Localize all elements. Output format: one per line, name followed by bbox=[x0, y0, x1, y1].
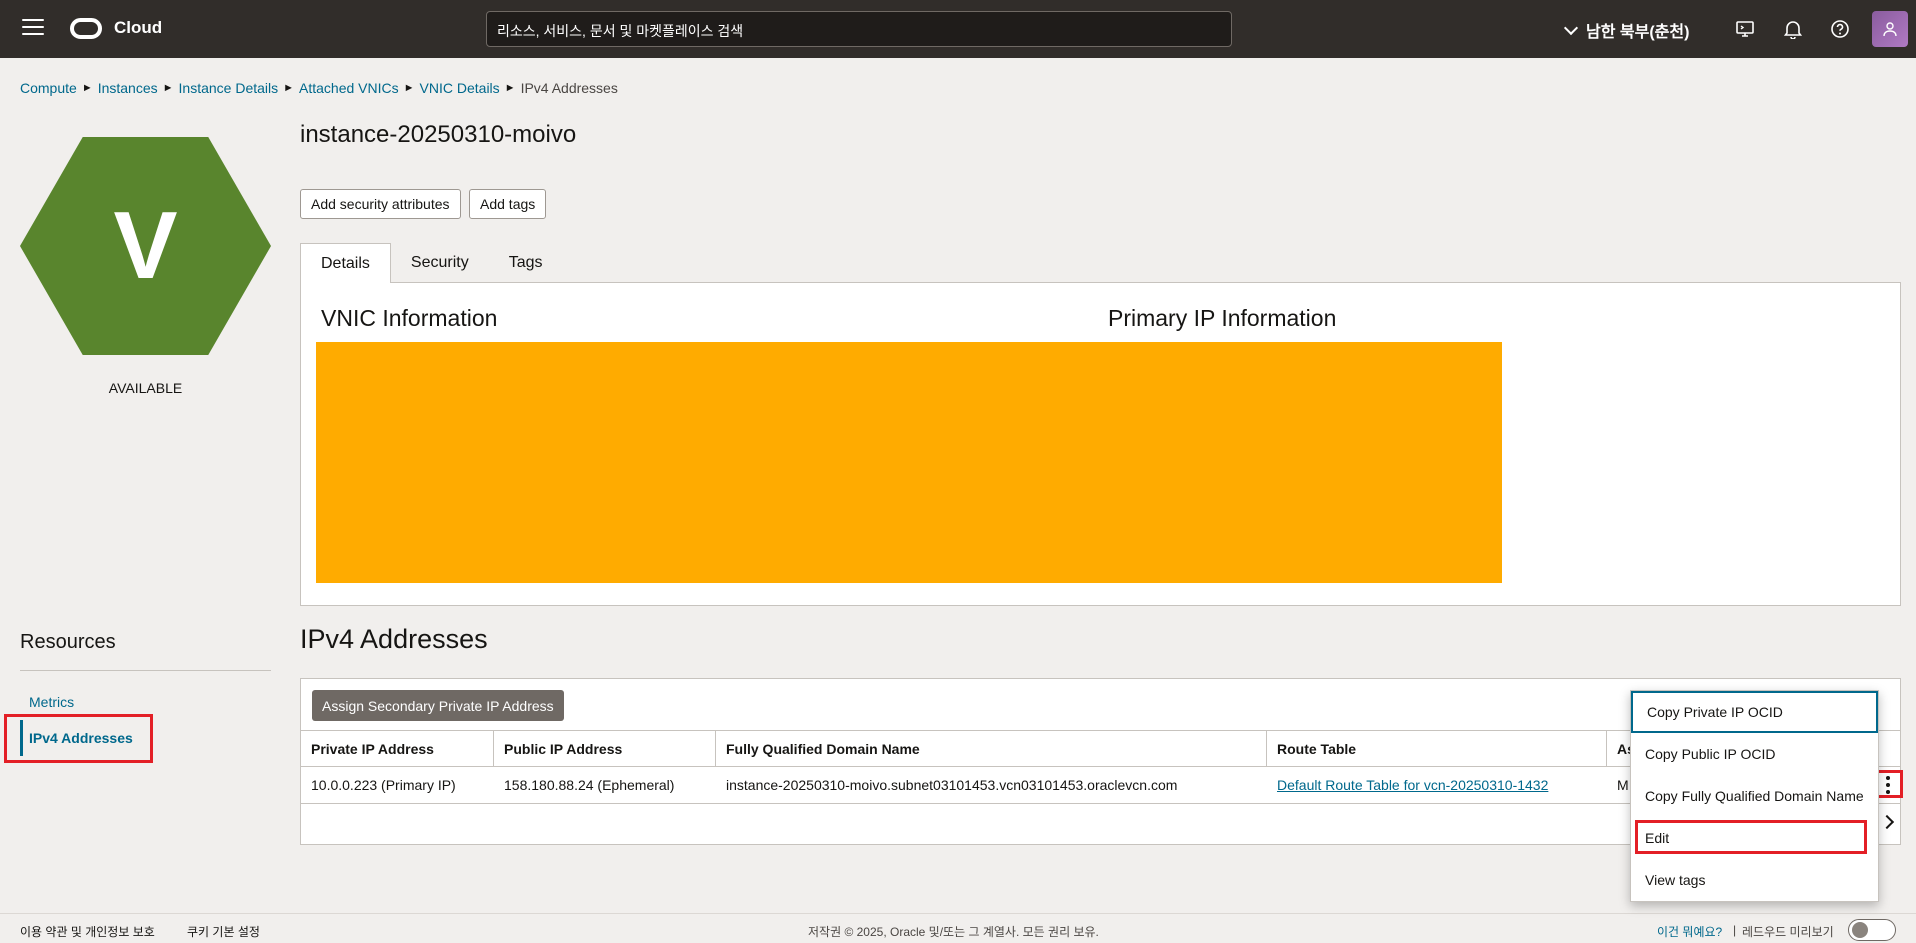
breadcrumb-separator: ► bbox=[403, 82, 415, 94]
column-header-fqdn[interactable]: Fully Qualified Domain Name bbox=[716, 731, 1267, 766]
breadcrumb-current: IPv4 Addresses bbox=[520, 80, 618, 96]
resources-heading: Resources bbox=[20, 631, 116, 653]
breadcrumb-separator: ► bbox=[504, 82, 516, 94]
ipv4-section-title: IPv4 Addresses bbox=[300, 624, 488, 654]
breadcrumb-separator: ► bbox=[283, 82, 295, 94]
terms-link[interactable]: 이용 약관 및 개인정보 보호 bbox=[20, 925, 155, 939]
assign-secondary-private-ip-button[interactable]: Assign Secondary Private IP Address bbox=[312, 690, 564, 721]
brand-name[interactable]: Cloud bbox=[114, 18, 162, 38]
tab-tags[interactable]: Tags bbox=[489, 243, 563, 283]
add-tags-button[interactable]: Add tags bbox=[469, 189, 547, 219]
breadcrumb-instance-details[interactable]: Instance Details bbox=[179, 80, 279, 96]
footer-separator: | bbox=[1733, 923, 1737, 937]
cell-private-ip: 10.0.0.223 (Primary IP) bbox=[311, 777, 456, 793]
breadcrumb-compute[interactable]: Compute bbox=[20, 80, 77, 96]
column-header-private-ip[interactable]: Private IP Address bbox=[301, 731, 494, 766]
highlight-box-ipv4-addresses bbox=[4, 714, 153, 763]
region-selector[interactable]: 남한 북부(춘천) bbox=[1563, 18, 1690, 42]
cell-public-ip: 158.180.88.24 (Ephemeral) bbox=[504, 777, 675, 793]
help-icon[interactable] bbox=[1829, 18, 1851, 40]
notification-bell-icon[interactable] bbox=[1782, 18, 1804, 40]
column-header-public-ip[interactable]: Public IP Address bbox=[494, 731, 716, 766]
toggle-knob bbox=[1852, 922, 1868, 938]
cell-fqdn: instance-20250310-moivo.subnet03101453.v… bbox=[726, 777, 1178, 793]
column-header-route-table[interactable]: Route Table bbox=[1267, 731, 1607, 766]
search-input[interactable]: 리소스, 서비스, 문서 및 마켓플레이스 검색 bbox=[486, 11, 1232, 47]
page-title: instance-20250310-moivo bbox=[300, 121, 577, 148]
breadcrumb-instances[interactable]: Instances bbox=[98, 80, 158, 96]
user-avatar[interactable] bbox=[1872, 11, 1908, 47]
oracle-logo-icon[interactable] bbox=[70, 18, 102, 39]
highlight-box-edit bbox=[1635, 820, 1867, 854]
breadcrumb-separator: ► bbox=[81, 82, 93, 94]
cell-route-table: Default Route Table for vcn-20250310-143… bbox=[1267, 767, 1607, 803]
row-actions-menu: Copy Private IP OCID Copy Public IP OCID… bbox=[1630, 690, 1879, 902]
whats-this-link[interactable]: 이건 뭐예요? bbox=[1657, 925, 1722, 939]
breadcrumb-attached-vnics[interactable]: Attached VNICs bbox=[299, 80, 399, 96]
primary-ip-information-heading: Primary IP Information bbox=[1108, 305, 1337, 331]
user-icon bbox=[1883, 22, 1897, 37]
menu-icon[interactable] bbox=[22, 19, 44, 37]
tab-bar: Details Security Tags bbox=[300, 243, 563, 283]
cloud-shell-icon[interactable] bbox=[1734, 18, 1756, 40]
menu-item-view-tags[interactable]: View tags bbox=[1631, 859, 1878, 901]
details-panel: VNIC Information Primary IP Information bbox=[300, 282, 1901, 606]
region-label: 남한 북부(춘천) bbox=[1586, 24, 1690, 41]
copyright-text: 저작권 © 2025, Oracle 및/또는 그 계열사. 모든 권리 보유. bbox=[808, 925, 1099, 939]
redwood-preview-toggle[interactable] bbox=[1848, 919, 1896, 941]
tab-details[interactable]: Details bbox=[300, 243, 391, 283]
sidebar-item-metrics[interactable]: Metrics bbox=[29, 694, 74, 710]
menu-item-copy-fqdn[interactable]: Copy Fully Qualified Domain Name bbox=[1631, 775, 1878, 817]
redacted-area bbox=[316, 342, 1502, 583]
menu-item-copy-public-ip-ocid[interactable]: Copy Public IP OCID bbox=[1631, 733, 1878, 775]
chevron-down-icon bbox=[1563, 20, 1579, 35]
breadcrumb: Compute ► Instances ► Instance Details ► At… bbox=[20, 80, 618, 96]
breadcrumb-vnic-details[interactable]: VNIC Details bbox=[420, 80, 500, 96]
add-security-attributes-button[interactable]: Add security attributes bbox=[300, 189, 461, 219]
resource-status: AVAILABLE bbox=[108, 380, 183, 396]
breadcrumb-separator: ► bbox=[162, 82, 174, 94]
menu-item-copy-private-ip-ocid[interactable]: Copy Private IP OCID bbox=[1631, 691, 1878, 733]
route-table-link[interactable]: Default Route Table for vcn-20250310-143… bbox=[1277, 777, 1548, 793]
vnic-information-heading: VNIC Information bbox=[321, 305, 498, 331]
footer: 이용 약관 및 개인정보 보호 쿠키 기본 설정 저작권 © 2025, Ora… bbox=[0, 913, 1916, 943]
redwood-preview-label: 레드우드 미리보기 bbox=[1742, 925, 1834, 939]
top-bar: Cloud 리소스, 서비스, 문서 및 마켓플레이스 검색 남한 북부(춘천) bbox=[0, 0, 1916, 58]
tab-security[interactable]: Security bbox=[391, 243, 489, 283]
resource-hexagon-icon: V bbox=[20, 137, 271, 355]
resources-divider bbox=[20, 670, 271, 671]
cookie-preferences-link[interactable]: 쿠키 기본 설정 bbox=[187, 925, 260, 939]
